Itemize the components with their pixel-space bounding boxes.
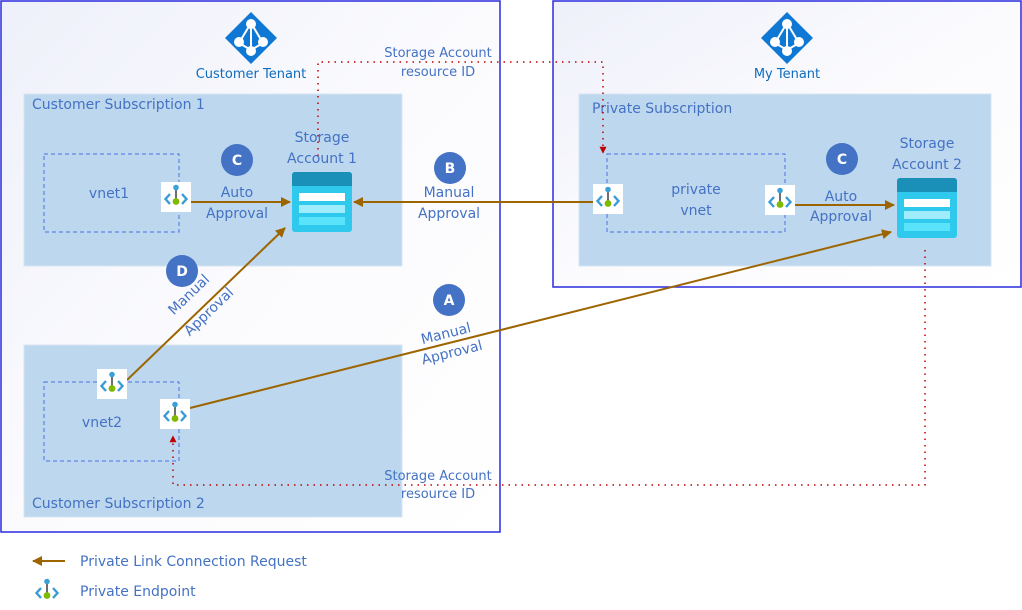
private-endpoint-icon bbox=[95, 367, 129, 401]
storage-account-label: Storage bbox=[295, 130, 350, 146]
storage-account-2: Storage Account 2 bbox=[892, 136, 962, 238]
subscription-label: Private Subscription bbox=[592, 101, 732, 117]
private-link-diagram: Customer Tenant My Tenant Customer Subsc… bbox=[0, 0, 1022, 600]
resource-id-label: Storage Account bbox=[384, 469, 492, 484]
private-endpoint-icon bbox=[763, 183, 797, 217]
private-endpoint-icon bbox=[591, 182, 625, 216]
legend-connection-request-label: Private Link Connection Request bbox=[80, 554, 307, 570]
svg-text:C: C bbox=[232, 153, 242, 169]
legend-private-endpoint-label: Private Endpoint bbox=[80, 584, 196, 600]
customer-tenant-label: Customer Tenant bbox=[196, 67, 307, 82]
vnet-label: private bbox=[671, 182, 721, 198]
badge-c-customer: C bbox=[221, 144, 253, 176]
subscription-label: Customer Subscription 1 bbox=[32, 97, 205, 113]
storage-account-1: Storage Account 1 bbox=[287, 130, 357, 232]
svg-text:D: D bbox=[176, 264, 188, 280]
private-endpoint-icon bbox=[159, 180, 193, 214]
svg-text:A: A bbox=[444, 293, 455, 309]
subscription-label: Customer Subscription 2 bbox=[32, 496, 205, 512]
badge-a: A bbox=[433, 284, 465, 316]
badge-d: D bbox=[166, 255, 198, 287]
legend-private-endpoint-icon bbox=[34, 578, 60, 599]
approval-label: Manual bbox=[424, 185, 475, 201]
svg-text:B: B bbox=[445, 161, 456, 177]
storage-account-label: Storage bbox=[900, 136, 955, 152]
svg-text:C: C bbox=[837, 152, 847, 168]
vnet-label: vnet2 bbox=[82, 415, 122, 431]
legend: Private Link Connection Request Private … bbox=[32, 554, 307, 600]
storage-account-icon bbox=[292, 172, 352, 232]
storage-account-label: Account 1 bbox=[287, 151, 357, 167]
approval-label: Approval bbox=[810, 209, 872, 225]
approval-label: Auto bbox=[825, 189, 858, 205]
badge-c-private: C bbox=[826, 143, 858, 175]
storage-account-label: Account 2 bbox=[892, 157, 962, 173]
approval-label: Auto bbox=[221, 185, 254, 201]
approval-label: Approval bbox=[206, 206, 268, 222]
my-tenant-label: My Tenant bbox=[754, 67, 820, 82]
resource-id-label: resource ID bbox=[401, 487, 475, 502]
approval-label: Approval bbox=[418, 206, 480, 222]
private-endpoint-icon bbox=[158, 397, 192, 431]
vnet-label: vnet1 bbox=[89, 186, 129, 202]
customer-subscription-2: Customer Subscription 2 bbox=[23, 344, 403, 518]
badge-b: B bbox=[434, 152, 466, 184]
resource-id-label: Storage Account bbox=[384, 46, 492, 61]
vnet-label: vnet bbox=[680, 203, 712, 219]
resource-id-label: resource ID bbox=[401, 65, 475, 80]
storage-account-icon bbox=[897, 178, 957, 238]
